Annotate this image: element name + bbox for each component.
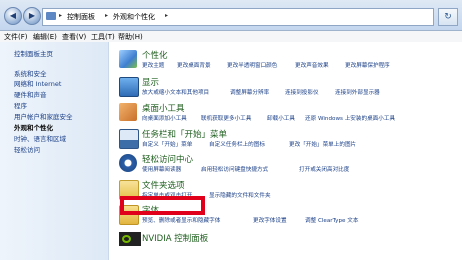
link-window-color[interactable]: 更改半透明窗口颜色	[227, 61, 277, 69]
link-resolution[interactable]: 调整屏幕分辨率	[230, 88, 269, 96]
link-sound-effects[interactable]: 更改声音效果	[295, 61, 329, 69]
sidebar-item-network[interactable]: 网络和 Internet	[14, 78, 61, 88]
control-panel-icon	[46, 12, 56, 20]
category-title[interactable]: 桌面小工具	[142, 102, 185, 114]
link-add-gadgets[interactable]: 向桌面添加小工具	[142, 114, 187, 122]
taskbar-icon	[119, 129, 139, 149]
link-external-display[interactable]: 连接到外部显示器	[335, 88, 380, 96]
back-button[interactable]: ◀	[4, 7, 22, 25]
link-high-contrast[interactable]: 打开或关闭高对比度	[299, 165, 349, 173]
address-field[interactable]: ▸ 控制面板 ▸ 外观和个性化 ▸	[42, 8, 434, 26]
sidebar-item-hardware-sound[interactable]: 硬件和声音	[14, 89, 47, 99]
link-keyboard-shortcuts[interactable]: 启用轻松访问键盘快捷方式	[201, 165, 268, 173]
main-content: 个性化 更改主题 更改桌面背景 更改半透明窗口颜色 更改声音效果 更改屏幕保护程…	[109, 42, 462, 260]
display-icon	[119, 77, 139, 97]
link-screen-saver[interactable]: 更改屏幕保护程序	[345, 61, 390, 69]
nvidia-icon	[119, 232, 141, 246]
link-taskbar-icons[interactable]: 自定义任务栏上的图标	[209, 140, 265, 148]
highlight-annotation	[120, 196, 205, 215]
category-title[interactable]: 轻松访问中心	[142, 153, 193, 165]
category-title[interactable]: 文件夹选项	[142, 179, 185, 191]
sidebar: 控制面板主页 系统和安全 网络和 Internet 硬件和声音 程序 用户帐户和…	[0, 42, 109, 260]
menu-help[interactable]: 帮助(H)	[118, 32, 143, 42]
link-cleartype[interactable]: 调整 ClearType 文本	[305, 216, 358, 224]
breadcrumb-separator-icon: ▸	[59, 12, 63, 19]
sidebar-item-clock-language[interactable]: 时钟、语言和区域	[14, 133, 66, 143]
link-text-size[interactable]: 放大或缩小文本和其他项目	[142, 88, 209, 96]
menu-edit[interactable]: 编辑(E)	[33, 32, 57, 42]
personalization-icon	[119, 50, 137, 68]
link-change-background[interactable]: 更改桌面背景	[177, 61, 211, 69]
sidebar-item-ease-of-access[interactable]: 轻松访问	[14, 144, 40, 154]
link-change-theme[interactable]: 更改主题	[142, 61, 164, 69]
category-title[interactable]: 显示	[142, 76, 159, 88]
sidebar-item-appearance[interactable]: 外观和个性化	[14, 122, 53, 132]
gadgets-icon	[119, 103, 137, 121]
menu-view[interactable]: 查看(V)	[62, 32, 86, 42]
ease-of-access-icon	[119, 154, 137, 172]
sidebar-item-home[interactable]: 控制面板主页	[14, 48, 53, 58]
link-screen-reader[interactable]: 使用屏幕阅读器	[142, 165, 181, 173]
category-title[interactable]: 个性化	[142, 49, 168, 61]
link-projector[interactable]: 连接到投影仪	[285, 88, 319, 96]
address-bar-region: ◀ ▶ ▸ 控制面板 ▸ 外观和个性化 ▸ ↻	[0, 0, 462, 31]
category-title[interactable]: 任务栏和「开始」菜单	[142, 128, 227, 140]
link-preview-fonts[interactable]: 预览、删除或者显示和隐藏字体	[142, 216, 220, 224]
link-uninstall-gadget[interactable]: 卸载小工具	[267, 114, 295, 122]
refresh-button[interactable]: ↻	[438, 8, 458, 26]
sidebar-item-programs[interactable]: 程序	[14, 100, 27, 110]
menu-file[interactable]: 文件(F)	[4, 32, 28, 42]
link-font-settings[interactable]: 更改字体设置	[253, 216, 287, 224]
link-restore-gadgets[interactable]: 还原 Windows 上安装的桌面小工具	[305, 114, 395, 122]
breadcrumb-appearance[interactable]: 外观和个性化	[113, 12, 155, 22]
menu-tools[interactable]: 工具(T)	[91, 32, 115, 42]
link-customize-start[interactable]: 自定义「开始」菜单	[142, 140, 192, 148]
breadcrumb-dropdown-icon[interactable]: ▸	[165, 12, 168, 19]
forward-button[interactable]: ▶	[23, 7, 41, 25]
breadcrumb-control-panel[interactable]: 控制面板	[67, 12, 95, 22]
link-more-gadgets[interactable]: 联机获取更多小工具	[201, 114, 251, 122]
sidebar-item-system-security[interactable]: 系统和安全	[14, 68, 47, 78]
sidebar-item-user-accounts[interactable]: 用户帐户和家庭安全	[14, 111, 73, 121]
breadcrumb-separator-icon: ▸	[105, 12, 109, 19]
link-show-hidden-files[interactable]: 显示隐藏的文件和文件夹	[209, 191, 271, 199]
link-start-picture[interactable]: 更改「开始」菜单上的图片	[289, 140, 356, 148]
category-title[interactable]: NVIDIA 控制面板	[142, 232, 208, 244]
